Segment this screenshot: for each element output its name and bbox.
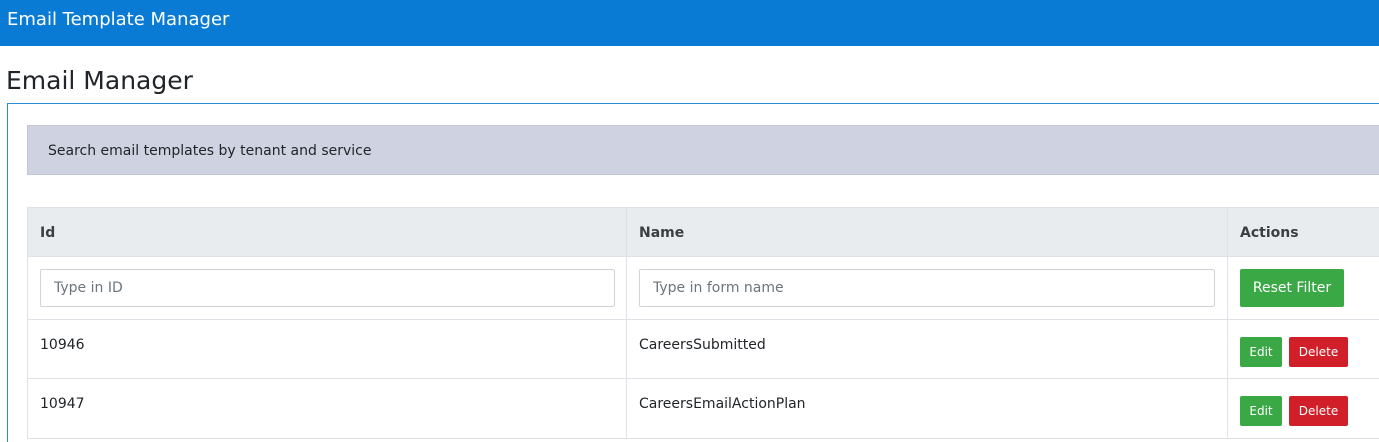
header-cell-actions: Actions xyxy=(1228,208,1379,256)
table-header-row: Id Name Actions xyxy=(27,207,1379,257)
row-actions-cell: Edit Delete xyxy=(1228,320,1379,378)
column-header-id: Id xyxy=(40,225,56,241)
search-banner: Search email templates by tenant and ser… xyxy=(27,125,1379,175)
table-row: 10947 CareersEmailActionPlan Edit Delete xyxy=(27,379,1379,439)
app-title: Email Template Manager xyxy=(7,9,230,30)
top-app-bar: Email Template Manager xyxy=(0,0,1379,46)
row-name-cell: CareersSubmitted xyxy=(627,320,1228,378)
filter-cell-id xyxy=(27,257,627,319)
filter-cell-actions: Reset Filter xyxy=(1228,257,1379,319)
row-name-cell: CareersEmailActionPlan xyxy=(627,379,1228,438)
row-id: 10946 xyxy=(40,337,85,353)
column-header-name: Name xyxy=(639,225,685,241)
row-actions-cell: Edit Delete xyxy=(1228,379,1379,438)
edit-button[interactable]: Edit xyxy=(1240,337,1282,367)
search-banner-text: Search email templates by tenant and ser… xyxy=(48,143,372,159)
name-filter-input[interactable] xyxy=(639,269,1215,307)
row-id-cell: 10947 xyxy=(27,379,627,438)
delete-button[interactable]: Delete xyxy=(1289,396,1348,426)
header-cell-name: Name xyxy=(627,208,1228,256)
delete-button[interactable]: Delete xyxy=(1289,337,1348,367)
row-id: 10947 xyxy=(40,396,85,412)
row-name: CareersSubmitted xyxy=(639,337,766,353)
page-title: Email Manager xyxy=(6,66,193,95)
filter-cell-name xyxy=(627,257,1228,319)
table-row: 10946 CareersSubmitted Edit Delete xyxy=(27,320,1379,379)
row-name: CareersEmailActionPlan xyxy=(639,396,806,412)
column-header-actions: Actions xyxy=(1240,225,1299,241)
header-cell-id: Id xyxy=(27,208,627,256)
filter-row: Reset Filter xyxy=(27,257,1379,320)
id-filter-input[interactable] xyxy=(40,269,615,307)
edit-button[interactable]: Edit xyxy=(1240,396,1282,426)
templates-table: Id Name Actions Reset Filter 10946 Caree… xyxy=(27,207,1379,442)
reset-filter-button[interactable]: Reset Filter xyxy=(1240,269,1344,307)
row-id-cell: 10946 xyxy=(27,320,627,378)
